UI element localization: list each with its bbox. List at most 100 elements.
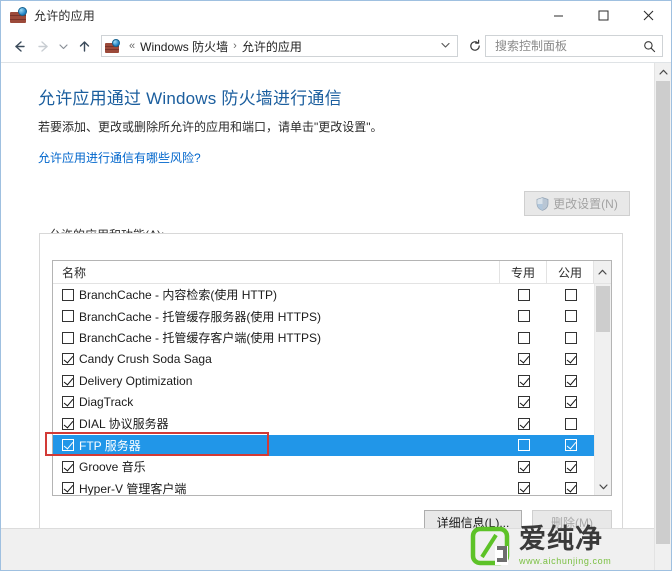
refresh-icon (469, 39, 480, 51)
row-label: FTP 服务器 (79, 438, 141, 453)
search-box[interactable] (485, 35, 663, 57)
recent-locations-button[interactable] (55, 34, 72, 58)
row-private-cell (500, 374, 547, 387)
row-private-checkbox[interactable] (517, 374, 530, 387)
row-private-checkbox[interactable] (517, 288, 530, 301)
row-public-cell (547, 417, 594, 430)
change-settings-button[interactable]: 更改设置(N) (524, 191, 630, 216)
list-scrollbar-thumb[interactable] (596, 286, 610, 332)
row-private-checkbox[interactable] (517, 439, 530, 452)
row-name-cell: BranchCache - 托管缓存服务器(使用 HTTPS) (53, 308, 500, 325)
scroll-up-button[interactable] (594, 261, 611, 283)
address-dropdown-icon[interactable] (436, 41, 455, 51)
table-row[interactable]: DIAL 协议服务器 (53, 413, 594, 435)
column-header-public[interactable]: 公用 (547, 261, 594, 283)
row-enabled-checkbox[interactable] (62, 310, 74, 323)
allowed-apps-window: 允许的应用 « Windows 防火墙 › 允许的应用 搜索控制面板 允许应用通… (0, 0, 672, 571)
table-row[interactable]: Hyper-V 管理客户端 (53, 478, 594, 495)
list-scroll-down-button[interactable] (595, 479, 611, 495)
up-button[interactable] (72, 34, 96, 58)
row-public-checkbox[interactable] (564, 396, 577, 409)
row-label: Candy Crush Soda Saga (79, 352, 212, 367)
breadcrumb-item-1[interactable]: 允许的应用 (242, 38, 302, 55)
row-name-cell: BranchCache - 托管缓存客户端(使用 HTTPS) (53, 329, 500, 346)
table-row[interactable]: Delivery Optimization (53, 370, 594, 392)
page-title: 允许应用通过 Windows 防火墙进行通信 (38, 89, 342, 108)
table-row[interactable]: BranchCache - 内容检索(使用 HTTP) (53, 284, 594, 306)
table-row[interactable]: DiagTrack (53, 392, 594, 414)
breadcrumb-separator: › (233, 40, 237, 52)
column-header-name[interactable]: 名称 (53, 261, 500, 283)
row-public-cell (547, 396, 594, 409)
list-scrollbar[interactable] (594, 284, 611, 495)
row-enabled-checkbox[interactable] (62, 353, 74, 366)
row-public-checkbox[interactable] (564, 310, 577, 323)
row-label: Hyper-V 管理客户端 (79, 481, 187, 495)
row-public-checkbox[interactable] (564, 460, 577, 473)
forward-button (31, 34, 55, 58)
row-private-checkbox[interactable] (517, 396, 530, 409)
allowed-apps-list[interactable]: 名称 专用 公用 BranchCache - 内容检索(使用 HTTP) Bran… (52, 260, 612, 496)
row-enabled-checkbox[interactable] (62, 396, 74, 409)
breadcrumb-item-0[interactable]: Windows 防火墙 (140, 38, 228, 55)
row-enabled-checkbox[interactable] (62, 331, 74, 344)
row-name-cell: BranchCache - 内容检索(使用 HTTP) (53, 286, 500, 303)
row-enabled-checkbox[interactable] (62, 460, 74, 473)
row-private-checkbox[interactable] (517, 331, 530, 344)
navigation-bar: « Windows 防火墙 › 允许的应用 (1, 30, 671, 62)
row-enabled-checkbox[interactable] (62, 439, 74, 452)
row-public-cell (547, 288, 594, 301)
row-public-cell (547, 310, 594, 323)
row-public-checkbox[interactable] (564, 439, 577, 452)
row-public-checkbox[interactable] (564, 417, 577, 430)
back-button[interactable] (7, 34, 31, 58)
row-public-cell (547, 331, 594, 344)
row-private-checkbox[interactable] (517, 460, 530, 473)
row-enabled-checkbox[interactable] (62, 417, 74, 430)
firewall-icon (10, 7, 27, 23)
row-label: BranchCache - 托管缓存服务器(使用 HTTPS) (79, 309, 322, 324)
row-enabled-checkbox[interactable] (62, 288, 74, 301)
status-bar (1, 528, 654, 570)
chevron-down-icon (59, 43, 68, 49)
table-row[interactable]: Candy Crush Soda Saga (53, 349, 594, 371)
column-header-private[interactable]: 专用 (500, 261, 547, 283)
row-public-checkbox[interactable] (564, 482, 577, 495)
chevron-down-icon (598, 484, 608, 490)
row-enabled-checkbox[interactable] (62, 482, 74, 495)
row-private-cell (500, 460, 547, 473)
row-private-checkbox[interactable] (517, 353, 530, 366)
content-pane: 允许应用通过 Windows 防火墙进行通信 若要添加、更改或删除所允许的应用和… (1, 63, 654, 570)
risk-info-link[interactable]: 允许应用进行通信有哪些风险? (38, 149, 201, 166)
list-header: 名称 专用 公用 (53, 261, 611, 284)
row-public-checkbox[interactable] (564, 288, 577, 301)
row-private-cell (500, 482, 547, 495)
table-row[interactable]: BranchCache - 托管缓存客户端(使用 HTTPS) (53, 327, 594, 349)
title-bar: 允许的应用 (1, 1, 671, 30)
row-name-cell: FTP 服务器 (53, 437, 500, 454)
table-row[interactable]: FTP 服务器 (53, 434, 594, 456)
table-row[interactable]: Groove 音乐 (53, 456, 594, 478)
row-public-checkbox[interactable] (564, 374, 577, 387)
page-scroll-up-button[interactable] (655, 63, 671, 80)
page-scrollbar[interactable] (654, 63, 671, 570)
row-private-checkbox[interactable] (517, 310, 530, 323)
table-row[interactable]: BranchCache - 托管缓存服务器(使用 HTTPS) (53, 306, 594, 328)
search-input[interactable] (493, 38, 640, 54)
row-public-checkbox[interactable] (564, 353, 577, 366)
maximize-button[interactable] (581, 1, 626, 30)
row-enabled-checkbox[interactable] (62, 374, 74, 387)
list-rows: BranchCache - 内容检索(使用 HTTP) BranchCache -… (53, 284, 594, 495)
row-private-cell (500, 396, 547, 409)
address-firewall-icon (105, 39, 120, 53)
address-bar[interactable]: « Windows 防火墙 › 允许的应用 (101, 35, 458, 57)
minimize-button[interactable] (536, 1, 581, 30)
close-button[interactable] (626, 1, 671, 30)
row-public-checkbox[interactable] (564, 331, 577, 344)
row-private-checkbox[interactable] (517, 417, 530, 430)
row-name-cell: DiagTrack (53, 395, 500, 409)
row-private-checkbox[interactable] (517, 482, 530, 495)
page-scrollbar-thumb[interactable] (656, 81, 670, 544)
search-icon[interactable] (640, 40, 658, 53)
refresh-button[interactable] (464, 36, 485, 57)
